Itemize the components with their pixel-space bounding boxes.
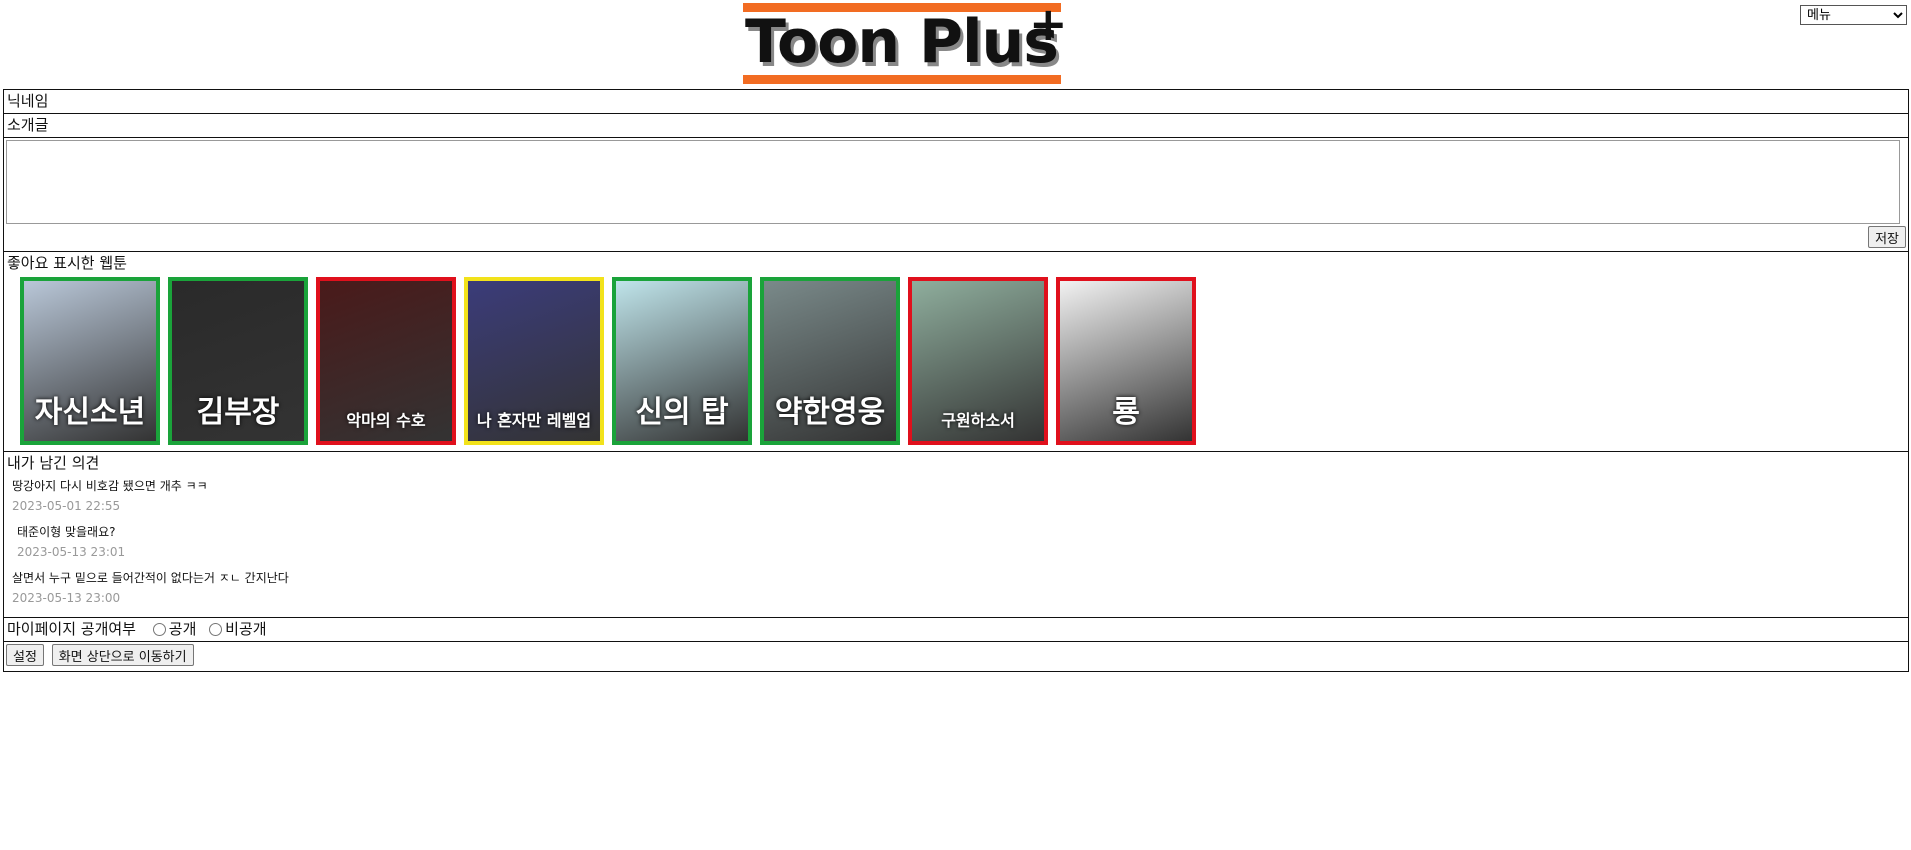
settings-button[interactable]: 설정	[6, 644, 44, 666]
comments-list: 땅강아지 다시 비호감 됐으면 개추 ㅋㅋ 2023-05-01 22:55 태…	[4, 475, 1908, 617]
cover-title: 김부장	[196, 395, 280, 430]
logo-text: Toon Plus	[745, 7, 1059, 77]
webtoon-cover[interactable]: 룡	[1056, 277, 1196, 445]
liked-covers: 자신소년 김부장 악마의 수호 나 혼자만 레벨업 신의 탑 약한영웅 구원하소서 룡	[4, 275, 1908, 451]
logo-plus: +	[1029, 0, 1068, 51]
intro-textarea[interactable]	[6, 140, 1900, 224]
cover-title: 자신소년	[34, 395, 146, 430]
cover-title: 약한영웅	[774, 395, 886, 430]
cover-title: 구원하소서	[941, 411, 1015, 430]
scroll-top-button[interactable]: 화면 상단으로 이동하기	[51, 644, 194, 666]
comment-date: 2023-05-13 23:01	[17, 545, 126, 559]
comment-text[interactable]: 땅강아지 다시 비호감 됐으면 개추 ㅋㅋ	[8, 475, 1908, 495]
cover-title: 나 혼자만 레벨업	[476, 411, 592, 430]
comment-text[interactable]: 태준이형 맞을래요?	[8, 521, 1908, 541]
privacy-row: 마이페이지 공개여부 공개 비공개	[4, 618, 1908, 641]
private-label: 비공개	[225, 620, 267, 638]
privacy-label: 마이페이지 공개여부	[7, 620, 136, 638]
webtoon-cover[interactable]: 악마의 수호	[316, 277, 456, 445]
public-label: 공개	[168, 620, 197, 638]
public-radio[interactable]	[152, 623, 166, 636]
comments-heading: 내가 남긴 의견	[7, 454, 100, 472]
cover-title: 룡	[1112, 395, 1140, 430]
comment-item: 땅강아지 다시 비호감 됐으면 개추 ㅋㅋ 2023-05-01 22:55	[8, 475, 1908, 519]
webtoon-cover[interactable]: 나 혼자만 레벨업	[464, 277, 604, 445]
intro-label: 소개글	[7, 116, 49, 134]
comment-item: 살면서 누구 밑으로 들어간적이 없다는거 ㅈㄴ 간지난다 2023-05-13…	[8, 567, 1908, 611]
webtoon-cover[interactable]: 신의 탑	[612, 277, 752, 445]
action-buttons: 설정 화면 상단으로 이동하기	[4, 642, 1908, 671]
menu-select[interactable]: 메뉴	[1800, 5, 1907, 25]
private-radio[interactable]	[209, 623, 223, 636]
comment-date: 2023-05-13 23:00	[12, 591, 121, 605]
nickname-label: 닉네임	[7, 92, 49, 110]
save-button[interactable]: 저장	[1868, 226, 1906, 248]
webtoon-cover[interactable]: 김부장	[168, 277, 308, 445]
comment-date: 2023-05-01 22:55	[12, 499, 121, 513]
comment-item: 태준이형 맞을래요? 2023-05-13 23:01	[8, 521, 1908, 565]
cover-title: 악마의 수호	[346, 411, 426, 430]
site-logo[interactable]: Toon Plus +	[743, 0, 1068, 85]
webtoon-cover[interactable]: 자신소년	[20, 277, 160, 445]
mypage-table: 닉네임 소개글 저장 좋아요 표시한 웹툰 자신소년 김부장 악마의 수호 나 혼자만…	[3, 89, 1909, 672]
webtoon-cover[interactable]: 구원하소서	[908, 277, 1048, 445]
liked-heading: 좋아요 표시한 웹툰	[7, 254, 127, 272]
logo-bottom-bar	[743, 75, 1061, 84]
webtoon-cover[interactable]: 약한영웅	[760, 277, 900, 445]
cover-title: 신의 탑	[635, 395, 729, 430]
comment-text[interactable]: 살면서 누구 밑으로 들어간적이 없다는거 ㅈㄴ 간지난다	[8, 567, 1908, 587]
